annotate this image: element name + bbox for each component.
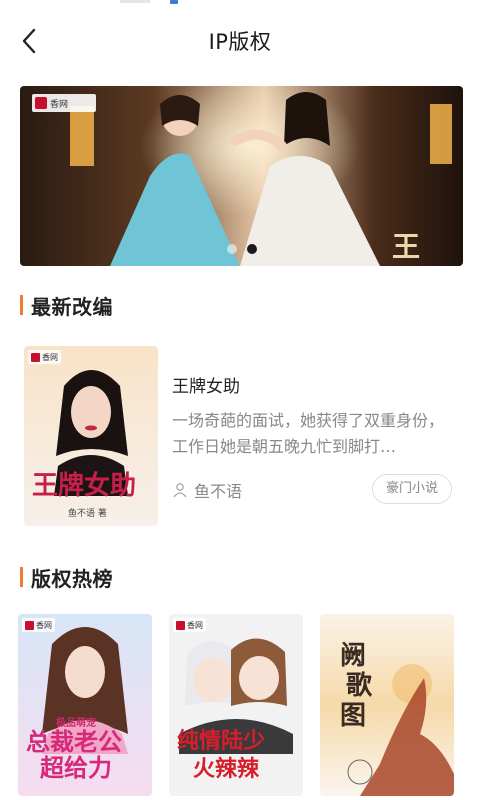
banner-logo: 香网 xyxy=(32,94,96,112)
brand-logo-icon xyxy=(176,620,185,630)
featured-book-card[interactable]: 王牌女助 鱼不语 著 香网 王牌女助 一场奇葩的面试，她获得了双重身份，工作日她… xyxy=(24,346,460,528)
svg-text:王牌女助: 王牌女助 xyxy=(32,470,136,501)
status-bar xyxy=(0,0,480,6)
section-accent-bar xyxy=(20,567,23,587)
hot-book-item[interactable]: 纯情陆少 火辣辣 香网 xyxy=(169,614,303,796)
cover-logo-text: 香网 xyxy=(187,620,203,630)
hot-books-list: 极品萌宠 总裁老公 超给力 香网 纯情陆少 火辣辣 香网 阙 歌 图 xyxy=(18,614,462,800)
header-bar: IP版权 xyxy=(0,14,480,68)
section-title-text: 最新改编 xyxy=(31,294,113,319)
featured-book-title[interactable]: 王牌女助 xyxy=(172,372,240,397)
cover-image: 纯情陆少 火辣辣 xyxy=(169,614,303,796)
user-icon xyxy=(173,483,187,498)
svg-text:阙: 阙 xyxy=(340,641,366,671)
banner-image: 王 xyxy=(20,86,463,266)
cover-logo-text: 香网 xyxy=(42,352,58,362)
cover-logo: 香网 xyxy=(28,350,61,364)
banner-carousel[interactable]: 王 香网 xyxy=(20,86,463,266)
carousel-dots xyxy=(20,244,463,254)
hot-book-item[interactable]: 极品萌宠 总裁老公 超给力 香网 xyxy=(18,614,152,796)
cover-image: 阙 歌 图 xyxy=(320,614,454,796)
brand-logo-icon xyxy=(25,620,34,630)
carousel-dot-1[interactable] xyxy=(226,244,237,254)
cover-logo-text: 香网 xyxy=(36,620,52,630)
section-accent-bar xyxy=(20,295,23,315)
svg-text:火辣辣: 火辣辣 xyxy=(193,756,260,782)
carousel-dot-2[interactable] xyxy=(246,244,257,254)
status-bar-indicator xyxy=(120,0,150,3)
featured-book-cover[interactable]: 王牌女助 鱼不语 著 香网 xyxy=(24,346,158,526)
svg-text:总裁老公: 总裁老公 xyxy=(26,727,122,756)
section-title-ranking: 版权热榜 xyxy=(20,564,113,591)
svg-text:歌: 歌 xyxy=(346,671,373,701)
banner-logo-text: 香网 xyxy=(50,99,69,110)
section-title-latest: 最新改编 xyxy=(20,292,113,319)
cover-image: 极品萌宠 总裁老公 超给力 xyxy=(18,614,152,796)
svg-text:超给力: 超给力 xyxy=(40,753,112,782)
status-bar-icon xyxy=(170,0,178,4)
cover-logo: 香网 xyxy=(173,618,206,632)
featured-book-description: 一场奇葩的面试，她获得了双重身份，工作日她是朝五晚九忙到脚打… xyxy=(172,411,445,456)
genre-tag[interactable]: 豪门小说 xyxy=(372,474,452,504)
cover-image: 王牌女助 鱼不语 著 xyxy=(24,346,158,526)
page-title: IP版权 xyxy=(208,30,272,54)
featured-book-author: 鱼不语 xyxy=(194,482,243,501)
brand-logo-icon xyxy=(35,97,47,109)
section-title-text: 版权热榜 xyxy=(31,566,113,591)
svg-text:图: 图 xyxy=(340,701,366,731)
svg-text:纯情陆少: 纯情陆少 xyxy=(177,728,265,754)
brand-logo-icon xyxy=(31,352,40,362)
cover-logo: 香网 xyxy=(22,618,55,632)
featured-book-author-row: 鱼不语 xyxy=(172,478,242,502)
hot-book-item[interactable]: 阙 歌 图 xyxy=(320,614,454,796)
svg-text:鱼不语 著: 鱼不语 著 xyxy=(68,507,107,519)
